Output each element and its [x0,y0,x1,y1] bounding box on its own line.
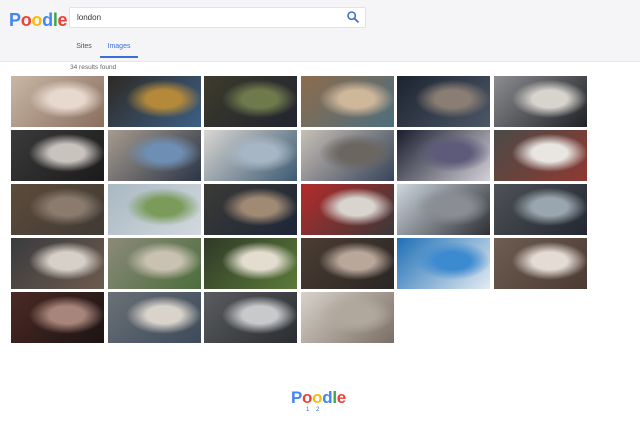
search-box [69,7,366,28]
image-thumbnail[interactable] [300,130,394,181]
image-thumbnail[interactable] [397,130,490,181]
image-thumbnail[interactable] [397,238,490,289]
image-thumbnail[interactable] [493,184,587,235]
search-icon[interactable] [346,10,360,24]
image-thumbnail[interactable] [11,292,104,343]
logo-letter: o [31,10,43,30]
logo-letter: e [57,10,68,30]
image-thumbnail[interactable] [11,76,104,127]
tab-images[interactable]: Images [100,40,138,58]
search-input[interactable] [70,8,340,27]
logo-letter: o [20,10,32,30]
image-thumbnail[interactable] [107,184,201,235]
image-thumbnail[interactable] [204,238,297,289]
image-thumbnail[interactable] [204,130,297,181]
header: Poodle Sites Images [0,0,640,62]
image-thumbnail[interactable] [397,184,490,235]
footer-logo-letter: P [291,388,303,407]
image-thumbnail[interactable] [397,76,490,127]
footer-logo-letter: e [336,388,346,407]
image-thumbnail[interactable] [107,238,201,289]
image-thumbnail[interactable] [204,292,297,343]
results-count: 34 results found [70,64,117,71]
logo-letter: P [9,10,21,30]
image-thumbnail[interactable] [11,130,104,181]
tab-sites[interactable]: Sites [70,40,98,58]
page-link-1[interactable]: 1 [306,407,309,413]
image-thumbnail[interactable] [11,184,104,235]
footer-logo-letter: d [322,388,333,407]
image-thumbnail[interactable] [204,184,297,235]
image-thumbnail[interactable] [107,130,201,181]
pagination: 1 2 [306,407,324,413]
image-thumbnail[interactable] [300,238,394,289]
page-link-2[interactable]: 2 [316,407,319,413]
image-thumbnail[interactable] [493,238,587,289]
footer-poodle-logo: Poodle [291,388,346,408]
image-thumbnail[interactable] [300,292,394,343]
footer-logo-letter: o [302,388,313,407]
poodle-logo[interactable]: Poodle [9,10,68,31]
image-thumbnail[interactable] [300,184,394,235]
image-thumbnail[interactable] [493,130,587,181]
image-thumbnail[interactable] [204,76,297,127]
image-thumbnail[interactable] [300,76,394,127]
footer-logo-letter: o [312,388,323,407]
image-thumbnail[interactable] [107,292,201,343]
logo-letter: d [42,10,53,30]
image-thumbnail[interactable] [493,76,587,127]
image-thumbnail[interactable] [107,76,201,127]
image-thumbnail[interactable] [11,238,104,289]
